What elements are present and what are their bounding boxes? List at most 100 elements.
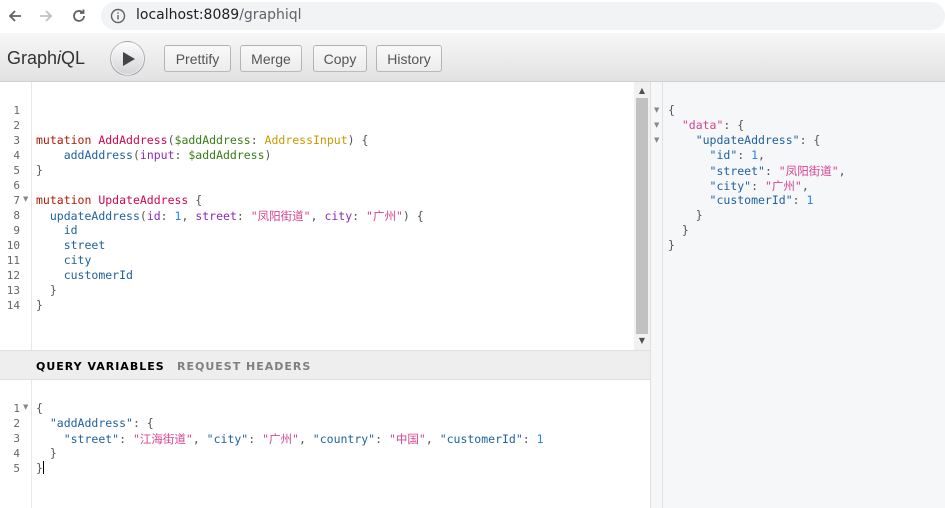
json-key: "addAddress" xyxy=(49,416,133,430)
number-value: 1 xyxy=(536,432,544,446)
code-line: mutation UpdateAddress { xyxy=(36,193,203,207)
json-key: "city" xyxy=(206,432,249,446)
execute-query-button[interactable] xyxy=(110,41,145,76)
json-key: "country" xyxy=(312,432,376,446)
query-gutter: 1 2 3 4 5 6 7 8 9 10 11 12 13 14 ▼ xyxy=(0,82,32,350)
keyword: mutation xyxy=(36,193,92,207)
string-value: "江海街道" xyxy=(132,432,193,446)
scroll-up-arrow-icon[interactable]: ▲ xyxy=(636,85,648,97)
result-line: "id": 1, xyxy=(709,148,765,162)
reload-icon[interactable] xyxy=(68,6,90,26)
app-title: GraphiQL xyxy=(7,48,85,69)
line-number: 5 xyxy=(13,164,20,177)
string-value: "凤阳街道" xyxy=(250,209,311,223)
code-line: customerId xyxy=(36,268,133,282)
url-path: /graphiql xyxy=(239,7,302,23)
number-value: 1 xyxy=(806,193,814,207)
line-number: 3 xyxy=(13,432,20,445)
code-line: id xyxy=(36,223,78,237)
operation-name: UpdateAddress xyxy=(98,193,189,207)
text-cursor xyxy=(42,461,44,474)
info-icon[interactable] xyxy=(110,8,126,24)
merge-button[interactable]: Merge xyxy=(240,45,302,72)
history-button[interactable]: History xyxy=(376,45,442,72)
line-number: 4 xyxy=(13,149,20,162)
result-line: "customerId": 1 xyxy=(709,193,814,207)
line-number: 7 xyxy=(13,194,20,207)
code-line: } xyxy=(36,163,43,177)
fold-marker-icon[interactable]: ▼ xyxy=(23,195,28,203)
string-value: "广州" xyxy=(764,179,802,193)
query-editor[interactable]: 1 2 3 4 5 6 7 8 9 10 11 12 13 14 ▼ mutat… xyxy=(0,82,650,350)
line-number: 2 xyxy=(13,417,20,430)
argument: id xyxy=(146,209,161,223)
play-icon xyxy=(123,51,135,66)
argument: input xyxy=(139,148,175,162)
result-line: } xyxy=(695,208,703,222)
line-number: 4 xyxy=(13,447,20,460)
result-line: "street": "凤阳街道", xyxy=(709,164,846,178)
result-gutter: ▼ ▼ ▼ xyxy=(651,82,663,508)
copy-button[interactable]: Copy xyxy=(313,45,367,72)
string-value: "广州" xyxy=(262,432,299,446)
json-key: "id" xyxy=(709,148,738,162)
field: street xyxy=(63,238,106,252)
keyword: mutation xyxy=(36,133,92,147)
fold-marker-icon[interactable]: ▼ xyxy=(654,121,659,129)
json-key: "data" xyxy=(681,118,724,132)
code-line: mutation AddAddress($addAddress: Address… xyxy=(36,133,369,147)
scroll-down-arrow-icon[interactable]: ▼ xyxy=(636,335,648,347)
line-number: 1 xyxy=(13,104,20,117)
json-key: "customerId" xyxy=(439,432,523,446)
json-key: "street" xyxy=(63,432,120,446)
code-line: { xyxy=(36,401,43,415)
line-number: 14 xyxy=(6,299,20,312)
back-arrow-icon[interactable] xyxy=(4,6,26,26)
field: updateAddress xyxy=(49,209,140,223)
string-value: "中国" xyxy=(388,432,426,446)
fold-marker-icon[interactable]: ▼ xyxy=(23,403,28,411)
code-line: city xyxy=(36,253,92,267)
tab-query-variables[interactable]: QUERY VARIABLES xyxy=(36,360,165,373)
json-key: "customerId" xyxy=(709,193,793,207)
line-number: 9 xyxy=(13,224,20,237)
result-line: "city": "广州", xyxy=(709,179,809,193)
variables-editor[interactable]: 1 2 3 4 5 ▼ { "addAddress": { "street": … xyxy=(0,380,650,508)
scrollbar-thumb[interactable] xyxy=(636,98,648,334)
code-line: addAddress(input: $addAddress) xyxy=(63,148,272,162)
code-line: updateAddress(id: 1, street: "凤阳街道", cit… xyxy=(49,209,424,223)
code-line: "street": "江海街道", "city": "广州", "country… xyxy=(63,432,544,446)
field: customerId xyxy=(63,268,133,282)
number-value: 1 xyxy=(751,148,759,162)
fold-marker-icon[interactable]: ▼ xyxy=(654,106,659,114)
code-line: } xyxy=(49,446,57,460)
type-name: AddressInput xyxy=(264,133,348,147)
tab-request-headers[interactable]: REQUEST HEADERS xyxy=(177,360,311,373)
line-number: 10 xyxy=(6,239,20,252)
code-line: } xyxy=(36,461,44,475)
line-number: 3 xyxy=(13,134,20,147)
prettify-button[interactable]: Prettify xyxy=(164,45,231,72)
variable: $addAddress xyxy=(188,148,265,162)
string-value: "广州" xyxy=(366,209,403,223)
fold-marker-icon[interactable]: ▼ xyxy=(654,136,659,144)
variable: $addAddress xyxy=(174,133,251,147)
json-key: "updateAddress" xyxy=(695,133,800,147)
result-line: "updateAddress": { xyxy=(695,133,821,147)
result-line: } xyxy=(681,223,689,237)
code-line: } xyxy=(36,298,43,312)
argument: city xyxy=(324,209,353,223)
variables-tab-bar: QUERY VARIABLES REQUEST HEADERS xyxy=(0,350,650,380)
line-number: 13 xyxy=(6,284,20,297)
string-value: "凤阳街道" xyxy=(778,164,839,178)
result-viewer: ▼ ▼ ▼ { "data": { "updateAddress": { "id… xyxy=(651,82,945,508)
address-bar[interactable]: localhost:8089/graphiql xyxy=(101,2,945,30)
variables-gutter: 1 2 3 4 5 ▼ xyxy=(0,380,32,508)
title-part: Graph xyxy=(7,48,58,68)
forward-arrow-icon[interactable] xyxy=(35,6,57,26)
json-key: "street" xyxy=(709,164,765,178)
browser-toolbar: localhost:8089/graphiql xyxy=(0,0,945,33)
result-line: "data": { xyxy=(681,118,745,132)
graphiql-toolbar: GraphiQL Prettify Merge Copy History xyxy=(0,33,945,82)
line-number: 11 xyxy=(6,254,20,267)
